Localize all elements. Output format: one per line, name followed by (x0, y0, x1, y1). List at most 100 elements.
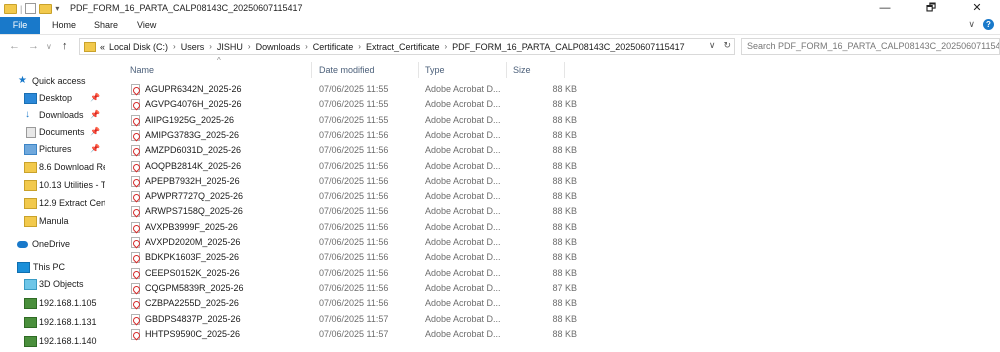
file-row[interactable]: AMIPG3783G_2025-26 07/06/2025 11:56 Adobe … (127, 128, 682, 143)
tab-share[interactable]: Share (94, 17, 118, 34)
column-divider[interactable] (506, 62, 507, 78)
nav-label: 10.13 Utilities - T (39, 180, 105, 190)
search-input[interactable]: Search PDF_FORM_16_PARTA_CALP08143C_2025… (741, 38, 1000, 55)
breadcrumb-overflow[interactable]: « (100, 42, 105, 52)
nav-network-drive-105[interactable]: 192.168.1.105 (0, 295, 105, 311)
crumb-separator[interactable]: › (248, 42, 251, 51)
nav-pictures[interactable]: Pictures 📌 (0, 141, 105, 157)
file-row[interactable]: AMZPD6031D_2025-26 07/06/2025 11:56 Adobe … (127, 143, 682, 158)
address-bar[interactable]: « Local Disk (C:) › Users › JISHU › Down… (79, 38, 735, 55)
nav-onedrive[interactable]: OneDrive (0, 236, 105, 252)
column-divider[interactable] (311, 62, 312, 78)
file-name: CEEPS0152K_2025-26 (145, 267, 240, 278)
crumb-extract-certificate[interactable]: Extract_Certificate (366, 42, 440, 52)
file-row[interactable]: AVXPB3999F_2025-26 07/06/2025 11:56 Adobe … (127, 220, 682, 235)
crumb-separator[interactable]: › (305, 42, 308, 51)
column-header-name[interactable]: Name (130, 60, 154, 80)
crumb-certificate[interactable]: Certificate (313, 42, 354, 52)
column-header-type[interactable]: Type (425, 60, 445, 80)
nav-network-drive-140[interactable]: 192.168.1.140 (0, 333, 105, 349)
crumb-local-disk[interactable]: Local Disk (C:) (109, 42, 168, 52)
file-row[interactable]: HHTPS9590C_2025-26 07/06/2025 11:57 Adobe … (127, 327, 682, 342)
crumb-downloads[interactable]: Downloads (256, 42, 301, 52)
file-size: 88 KB (552, 237, 577, 247)
nav-folder-8-6[interactable]: 8.6 Download Re (0, 159, 105, 175)
file-row[interactable]: AIIPG1925G_2025-26 07/06/2025 11:55 Adobe … (127, 113, 682, 128)
pdf-file-icon (131, 313, 140, 325)
crumb-jishu[interactable]: JISHU (217, 42, 243, 52)
file-row[interactable]: AOQPB2814K_2025-26 07/06/2025 11:56 Adobe … (127, 159, 682, 174)
nav-folder-10-13[interactable]: 10.13 Utilities - T (0, 177, 105, 193)
nav-downloads[interactable]: ↓ Downloads 📌 (0, 107, 105, 123)
nav-network-drive-131[interactable]: 192.168.1.131 (0, 314, 105, 330)
file-type: Adobe Acrobat D... (425, 252, 501, 263)
file-type: Adobe Acrobat D... (425, 114, 501, 125)
desktop-icon (24, 93, 37, 104)
file-row[interactable]: APEPB7932H_2025-26 07/06/2025 11:56 Adobe … (127, 174, 682, 189)
expand-ribbon-icon[interactable]: ∨ (968, 19, 975, 30)
properties-icon[interactable] (25, 3, 37, 14)
file-row[interactable]: CQGPM5839R_2025-26 07/06/2025 11:56 Adobe … (127, 281, 682, 296)
nav-desktop[interactable]: Desktop 📌 (0, 90, 105, 106)
pdf-file-icon (131, 267, 140, 279)
file-type: Adobe Acrobat D... (425, 191, 501, 202)
file-size: 88 KB (552, 191, 577, 202)
pdf-file-icon (131, 237, 140, 248)
back-button[interactable]: ← (9, 40, 20, 52)
file-row[interactable]: APWPR7727Q_2025-26 07/06/2025 11:56 Adobe … (127, 189, 682, 204)
nav-folder-manula[interactable]: Manula (0, 213, 105, 229)
crumb-current-folder[interactable]: PDF_FORM_16_PARTA_CALP08143C_20250607115… (452, 42, 684, 52)
tab-view[interactable]: View (137, 17, 156, 34)
nav-label: 12.9 Extract Cert (39, 198, 105, 208)
help-icon[interactable]: ? (983, 19, 994, 30)
file-row[interactable]: ARWPS7158Q_2025-26 07/06/2025 11:56 Adobe … (127, 204, 682, 219)
pictures-icon (24, 144, 37, 155)
crumb-separator[interactable]: › (358, 42, 361, 51)
address-dropdown-icon[interactable]: ∨ (709, 40, 716, 51)
column-header-size[interactable]: Size (513, 60, 531, 80)
column-header-date[interactable]: Date modified (319, 60, 375, 80)
file-row[interactable]: CZBPA2255D_2025-26 07/06/2025 11:56 Adobe … (127, 296, 682, 311)
nav-folder-12-9[interactable]: 12.9 Extract Cert (0, 195, 105, 211)
file-type: Adobe Acrobat D... (425, 145, 501, 156)
file-row[interactable]: CEEPS0152K_2025-26 07/06/2025 11:56 Adobe … (127, 266, 682, 281)
new-folder-icon[interactable] (39, 3, 53, 14)
file-row[interactable]: BDKPK1603F_2025-26 07/06/2025 11:56 Adobe … (127, 250, 682, 265)
close-button[interactable]: ✕ (954, 0, 1000, 17)
nav-this-pc[interactable]: This PC (0, 259, 105, 275)
forward-button[interactable]: → (28, 40, 39, 52)
file-row[interactable]: GBDPS4837P_2025-26 07/06/2025 11:57 Adobe … (127, 312, 682, 327)
crumb-users[interactable]: Users (181, 42, 205, 52)
file-size: 88 KB (552, 175, 577, 186)
file-row[interactable]: AVXPD2020M_2025-26 07/06/2025 11:56 Adobe … (127, 235, 682, 250)
refresh-icon[interactable]: ↻ (723, 40, 731, 51)
star-icon: ★ (18, 75, 27, 86)
file-name: AVXPD2020M_2025-26 (145, 237, 241, 247)
pdf-file-icon (131, 206, 140, 218)
tab-file[interactable]: File (0, 17, 40, 34)
tab-home[interactable]: Home (52, 17, 76, 34)
pdf-file-icon (131, 84, 140, 95)
customize-toolbar-icon[interactable]: ▾ (55, 4, 59, 13)
maximize-button[interactable]: 🗗 (908, 0, 954, 17)
minimize-button[interactable]: — (862, 0, 908, 17)
nav-quick-access[interactable]: ★ Quick access (0, 73, 105, 89)
file-row[interactable]: AGUPR6342N_2025-26 07/06/2025 11:55 Adobe … (127, 82, 682, 97)
recent-locations-button[interactable]: ∨ (46, 42, 52, 51)
folder-icon (84, 41, 96, 52)
pin-icon: 📌 (90, 127, 100, 136)
nav-label: Documents (39, 127, 85, 137)
column-divider[interactable] (418, 62, 419, 78)
file-name: ARWPS7158Q_2025-26 (145, 206, 243, 217)
crumb-separator[interactable]: › (173, 42, 176, 51)
crumb-separator[interactable]: › (209, 42, 212, 51)
file-name: APWPR7727Q_2025-26 (145, 191, 244, 202)
downloads-icon: ↓ (25, 109, 30, 120)
file-name: GBDPS4837P_2025-26 (145, 313, 241, 324)
crumb-separator[interactable]: › (445, 42, 448, 51)
nav-documents[interactable]: Documents 📌 (0, 124, 105, 140)
file-row[interactable]: AGVPG4076H_2025-26 07/06/2025 11:55 Adobe … (127, 97, 682, 112)
column-divider[interactable] (564, 62, 565, 78)
up-button[interactable]: ↑ (62, 40, 68, 52)
nav-3d-objects[interactable]: 3D Objects (0, 276, 105, 292)
